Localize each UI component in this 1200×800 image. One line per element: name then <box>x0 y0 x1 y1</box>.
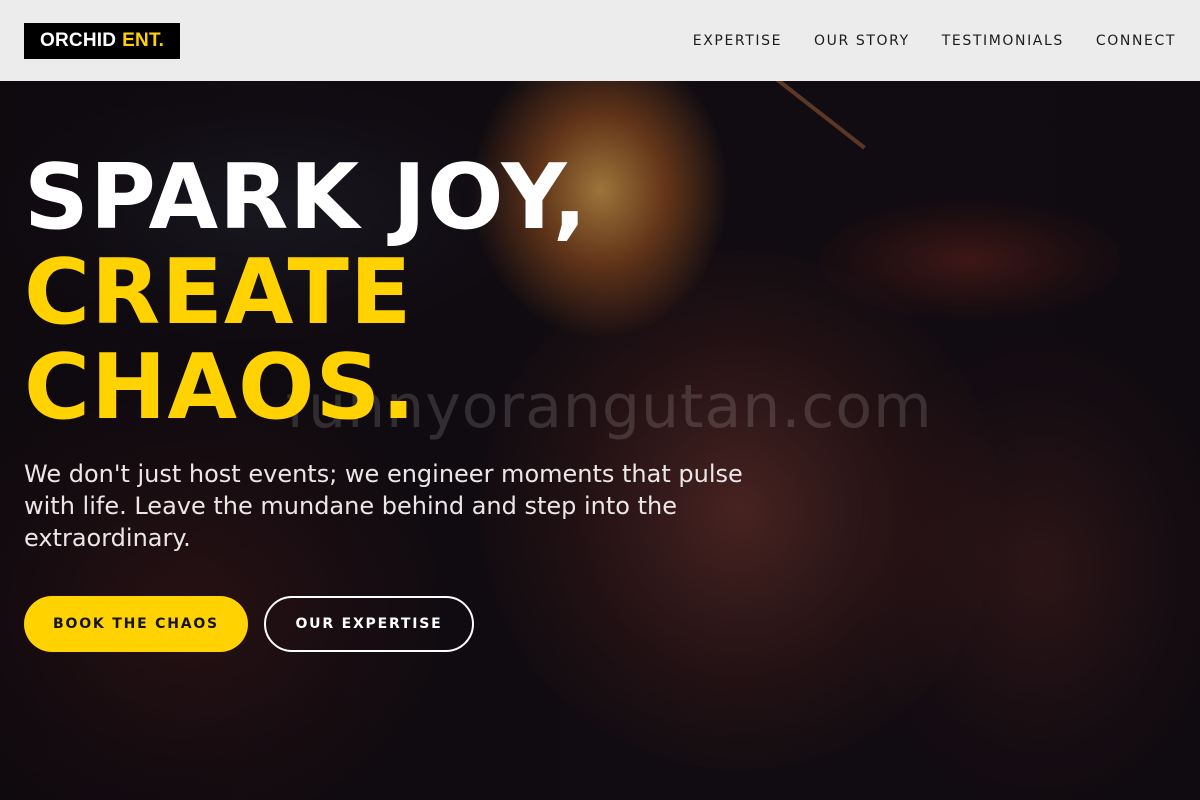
our-expertise-button[interactable]: OUR EXPERTISE <box>264 596 474 652</box>
headline-line-1: SPARK JOY, <box>24 145 588 250</box>
brand-logo[interactable]: ORCHID ENT. <box>24 22 181 59</box>
nav-link-connect[interactable]: CONNECT <box>1096 33 1176 49</box>
landing-page: funnyorangutan.com ORCHID ENT. EXPERTISE… <box>0 0 1200 800</box>
headline-line-3: CHAOS. <box>24 335 417 440</box>
nav-link-testimonials[interactable]: TESTIMONIALS <box>942 33 1064 49</box>
site-header: ORCHID ENT. EXPERTISE OUR STORY TESTIMON… <box>0 0 1200 81</box>
logo-primary-text: ORCHID <box>40 29 117 51</box>
book-the-chaos-button[interactable]: BOOK THE CHAOS <box>24 596 248 652</box>
main-nav: EXPERTISE OUR STORY TESTIMONIALS CONNECT <box>661 33 1176 49</box>
nav-link-expertise[interactable]: EXPERTISE <box>693 33 782 49</box>
headline-line-2: CREATE <box>24 240 413 345</box>
hero-headline: SPARK JOY, CREATE CHAOS. <box>24 150 588 435</box>
hero-subtext: We don't just host events; we engineer m… <box>24 460 743 552</box>
nav-link-our-story[interactable]: OUR STORY <box>814 33 910 49</box>
logo-accent-text: ENT. <box>122 29 165 51</box>
